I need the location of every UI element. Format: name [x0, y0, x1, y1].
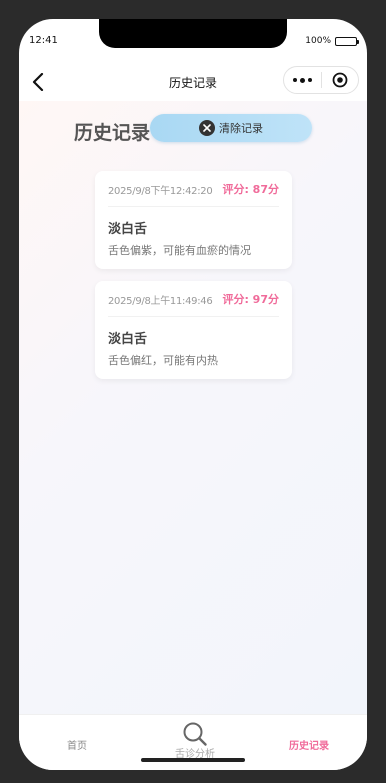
record-title: 淡白舌: [108, 222, 148, 237]
history-content: 历史记录 清除记录 2025/9/8下午12:42:20 评分: 87分 淡白舌…: [19, 101, 367, 714]
tab-home[interactable]: 首页: [67, 737, 87, 752]
page-title: 历史记录: [74, 122, 151, 144]
status-time: 12:41: [29, 35, 58, 46]
card-header: 2025/9/8上午11:49:46 评分: 97分: [108, 291, 279, 317]
home-indicator: [141, 758, 245, 762]
record-title: 淡白舌: [108, 332, 148, 347]
status-battery: 100%: [305, 36, 359, 46]
search-icon: [183, 722, 207, 746]
record-time: 2025/9/8下午12:42:20: [108, 185, 213, 197]
notch: [99, 19, 287, 48]
clear-records-button[interactable]: 清除记录: [150, 114, 312, 142]
miniprogram-capsule: [283, 66, 359, 94]
record-time: 2025/9/8上午11:49:46: [108, 295, 213, 307]
battery-icon: [335, 36, 359, 46]
record-description: 舌色偏紫，可能有血瘀的情况: [108, 244, 251, 257]
close-circle-icon: [199, 120, 215, 136]
tab-history[interactable]: 历史记录: [289, 737, 329, 752]
target-circle-icon[interactable]: [322, 72, 359, 88]
more-dots-icon[interactable]: [284, 77, 321, 83]
clear-records-label: 清除记录: [219, 122, 263, 135]
record-score: 评分: 87分: [222, 183, 279, 196]
phone-frame: 12:41 100% 历史记录 历史记录 清除记录 2025/9/8下午12:4…: [19, 19, 367, 770]
navbar: 历史记录: [19, 63, 367, 101]
record-score: 评分: 97分: [222, 293, 279, 306]
card-header: 2025/9/8下午12:42:20 评分: 87分: [108, 181, 279, 207]
history-card[interactable]: 2025/9/8下午12:42:20 评分: 87分 淡白舌 舌色偏紫，可能有血…: [95, 171, 292, 269]
battery-label: 100%: [305, 36, 331, 46]
record-description: 舌色偏红，可能有内热: [108, 354, 218, 367]
history-card[interactable]: 2025/9/8上午11:49:46 评分: 97分 淡白舌 舌色偏红，可能有内…: [95, 281, 292, 379]
tab-analyze[interactable]: 舌诊分析: [169, 721, 221, 760]
